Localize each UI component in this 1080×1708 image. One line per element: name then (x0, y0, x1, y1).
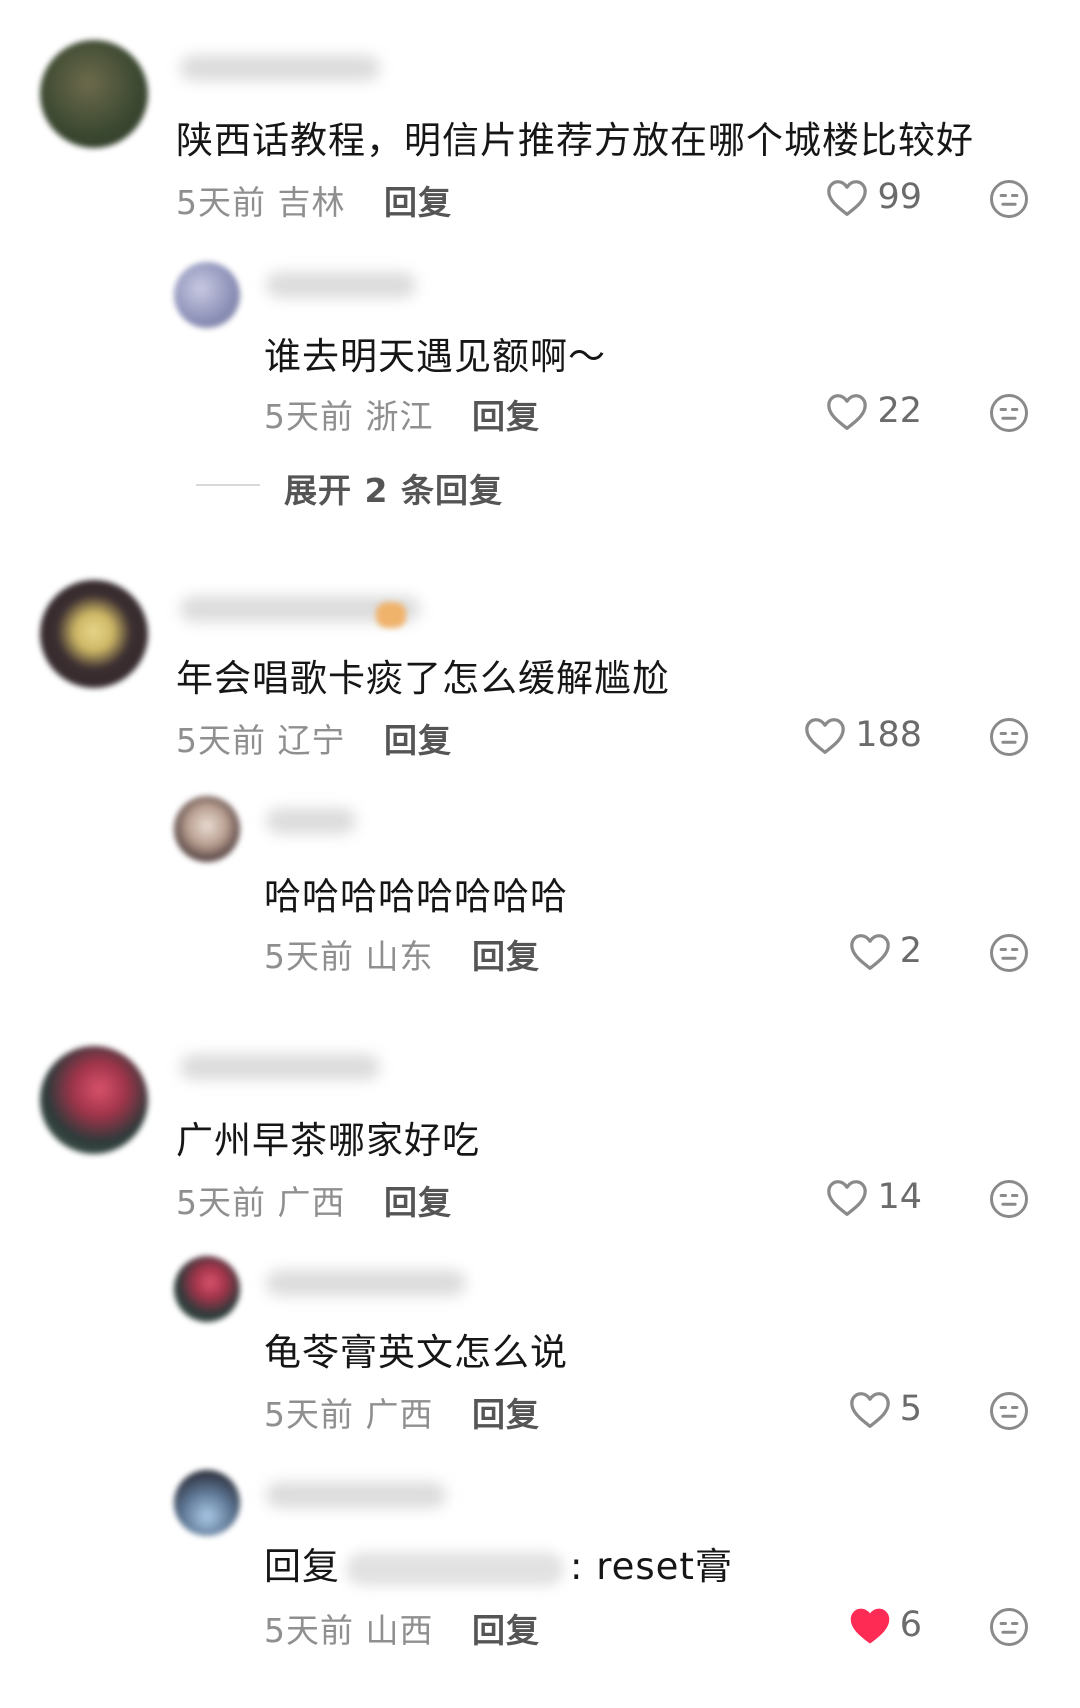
comment-text: 龟苓膏英文怎么说 (264, 1331, 568, 1374)
reply-button[interactable]: 回复 (384, 714, 452, 762)
comment-meta: 5天前 山西 (264, 1604, 434, 1652)
comment-location: 山西 (365, 1611, 434, 1650)
avatar[interactable] (174, 1256, 240, 1322)
heart-filled-icon (850, 1608, 889, 1644)
neutral-face-icon[interactable] (988, 932, 1030, 974)
neutral-face-icon[interactable] (988, 1606, 1030, 1648)
comment-location: 广西 (277, 1183, 346, 1222)
heart-icon (805, 718, 846, 754)
like-count: 5 (899, 1389, 922, 1429)
comment-time: 5天前 (264, 1395, 354, 1434)
like-button[interactable]: 5 (848, 1389, 922, 1429)
comment-text: 哈哈哈哈哈哈哈哈 (264, 875, 568, 918)
comment-location: 山东 (365, 937, 434, 976)
comment-location: 浙江 (365, 397, 434, 436)
mentioned-user-blurred[interactable] (346, 1551, 564, 1586)
comment-meta: 5天前 广西 (264, 1388, 434, 1436)
username-blurred[interactable] (266, 1482, 446, 1508)
heart-icon (827, 394, 868, 430)
comment-text: 回复 : reset膏 (264, 1536, 733, 1590)
comment-text: 广州早茶哪家好吃 (176, 1119, 480, 1162)
avatar[interactable] (174, 796, 240, 862)
expand-divider (196, 484, 260, 486)
reply-prefix: 回复 (264, 1545, 340, 1588)
like-count: 6 (899, 1605, 922, 1645)
heart-icon (849, 934, 890, 970)
avatar[interactable] (40, 40, 148, 148)
comment-location: 广西 (365, 1395, 434, 1434)
like-count: 14 (877, 1177, 922, 1217)
username-blurred[interactable] (266, 272, 416, 298)
like-count: 99 (877, 177, 922, 217)
username-blurred[interactable] (180, 1054, 380, 1080)
comment-meta: 5天前 广西 (176, 1176, 346, 1224)
comment-meta: 5天前 吉林 (176, 176, 346, 224)
like-button[interactable]: 14 (825, 1177, 922, 1217)
heart-icon (827, 180, 868, 216)
comment-time: 5天前 (176, 721, 266, 760)
username-blurred[interactable] (180, 55, 380, 81)
avatar[interactable] (174, 262, 240, 328)
neutral-face-icon[interactable] (988, 178, 1030, 220)
avatar[interactable] (40, 580, 148, 688)
heart-icon (849, 1392, 890, 1428)
like-button[interactable]: 188 (803, 715, 922, 755)
username-emoji (376, 602, 406, 628)
avatar[interactable] (174, 1470, 240, 1536)
expand-replies-button[interactable]: 展开 2 条回复 (284, 464, 503, 512)
comment-meta: 5天前 山东 (264, 930, 434, 978)
username-blurred[interactable] (266, 808, 356, 834)
like-button[interactable]: 99 (825, 177, 922, 217)
comment-location: 吉林 (277, 183, 346, 222)
comment-meta: 5天前 浙江 (264, 390, 434, 438)
comment-text: 年会唱歌卡痰了怎么缓解尴尬 (176, 657, 670, 700)
reply-button[interactable]: 回复 (472, 390, 540, 438)
comment-meta: 5天前 辽宁 (176, 714, 346, 762)
like-button-active[interactable]: 6 (848, 1605, 922, 1645)
reply-button[interactable]: 回复 (472, 930, 540, 978)
reply-button[interactable]: 回复 (472, 1604, 540, 1652)
heart-icon (827, 1180, 868, 1216)
like-button[interactable]: 2 (848, 931, 922, 971)
reply-button[interactable]: 回复 (472, 1388, 540, 1436)
comment-time: 5天前 (264, 937, 354, 976)
reply-content: : reset膏 (570, 1545, 733, 1588)
username-blurred[interactable] (266, 1270, 466, 1296)
comment-location: 辽宁 (277, 721, 346, 760)
neutral-face-icon[interactable] (988, 716, 1030, 758)
comment-time: 5天前 (176, 183, 266, 222)
like-count: 22 (877, 391, 922, 431)
comment-time: 5天前 (264, 397, 354, 436)
comment-text: 陕西话教程，明信片推荐方放在哪个城楼比较好 (176, 119, 974, 162)
like-count: 2 (899, 931, 922, 971)
neutral-face-icon[interactable] (988, 392, 1030, 434)
comment-time: 5天前 (176, 1183, 266, 1222)
like-button[interactable]: 22 (825, 391, 922, 431)
avatar[interactable] (40, 1046, 148, 1154)
neutral-face-icon[interactable] (988, 1390, 1030, 1432)
reply-button[interactable]: 回复 (384, 176, 452, 224)
like-count: 188 (855, 715, 922, 755)
neutral-face-icon[interactable] (988, 1178, 1030, 1220)
comment-text: 谁去明天遇见额啊～ (264, 335, 606, 378)
comment-time: 5天前 (264, 1611, 354, 1650)
reply-button[interactable]: 回复 (384, 1176, 452, 1224)
